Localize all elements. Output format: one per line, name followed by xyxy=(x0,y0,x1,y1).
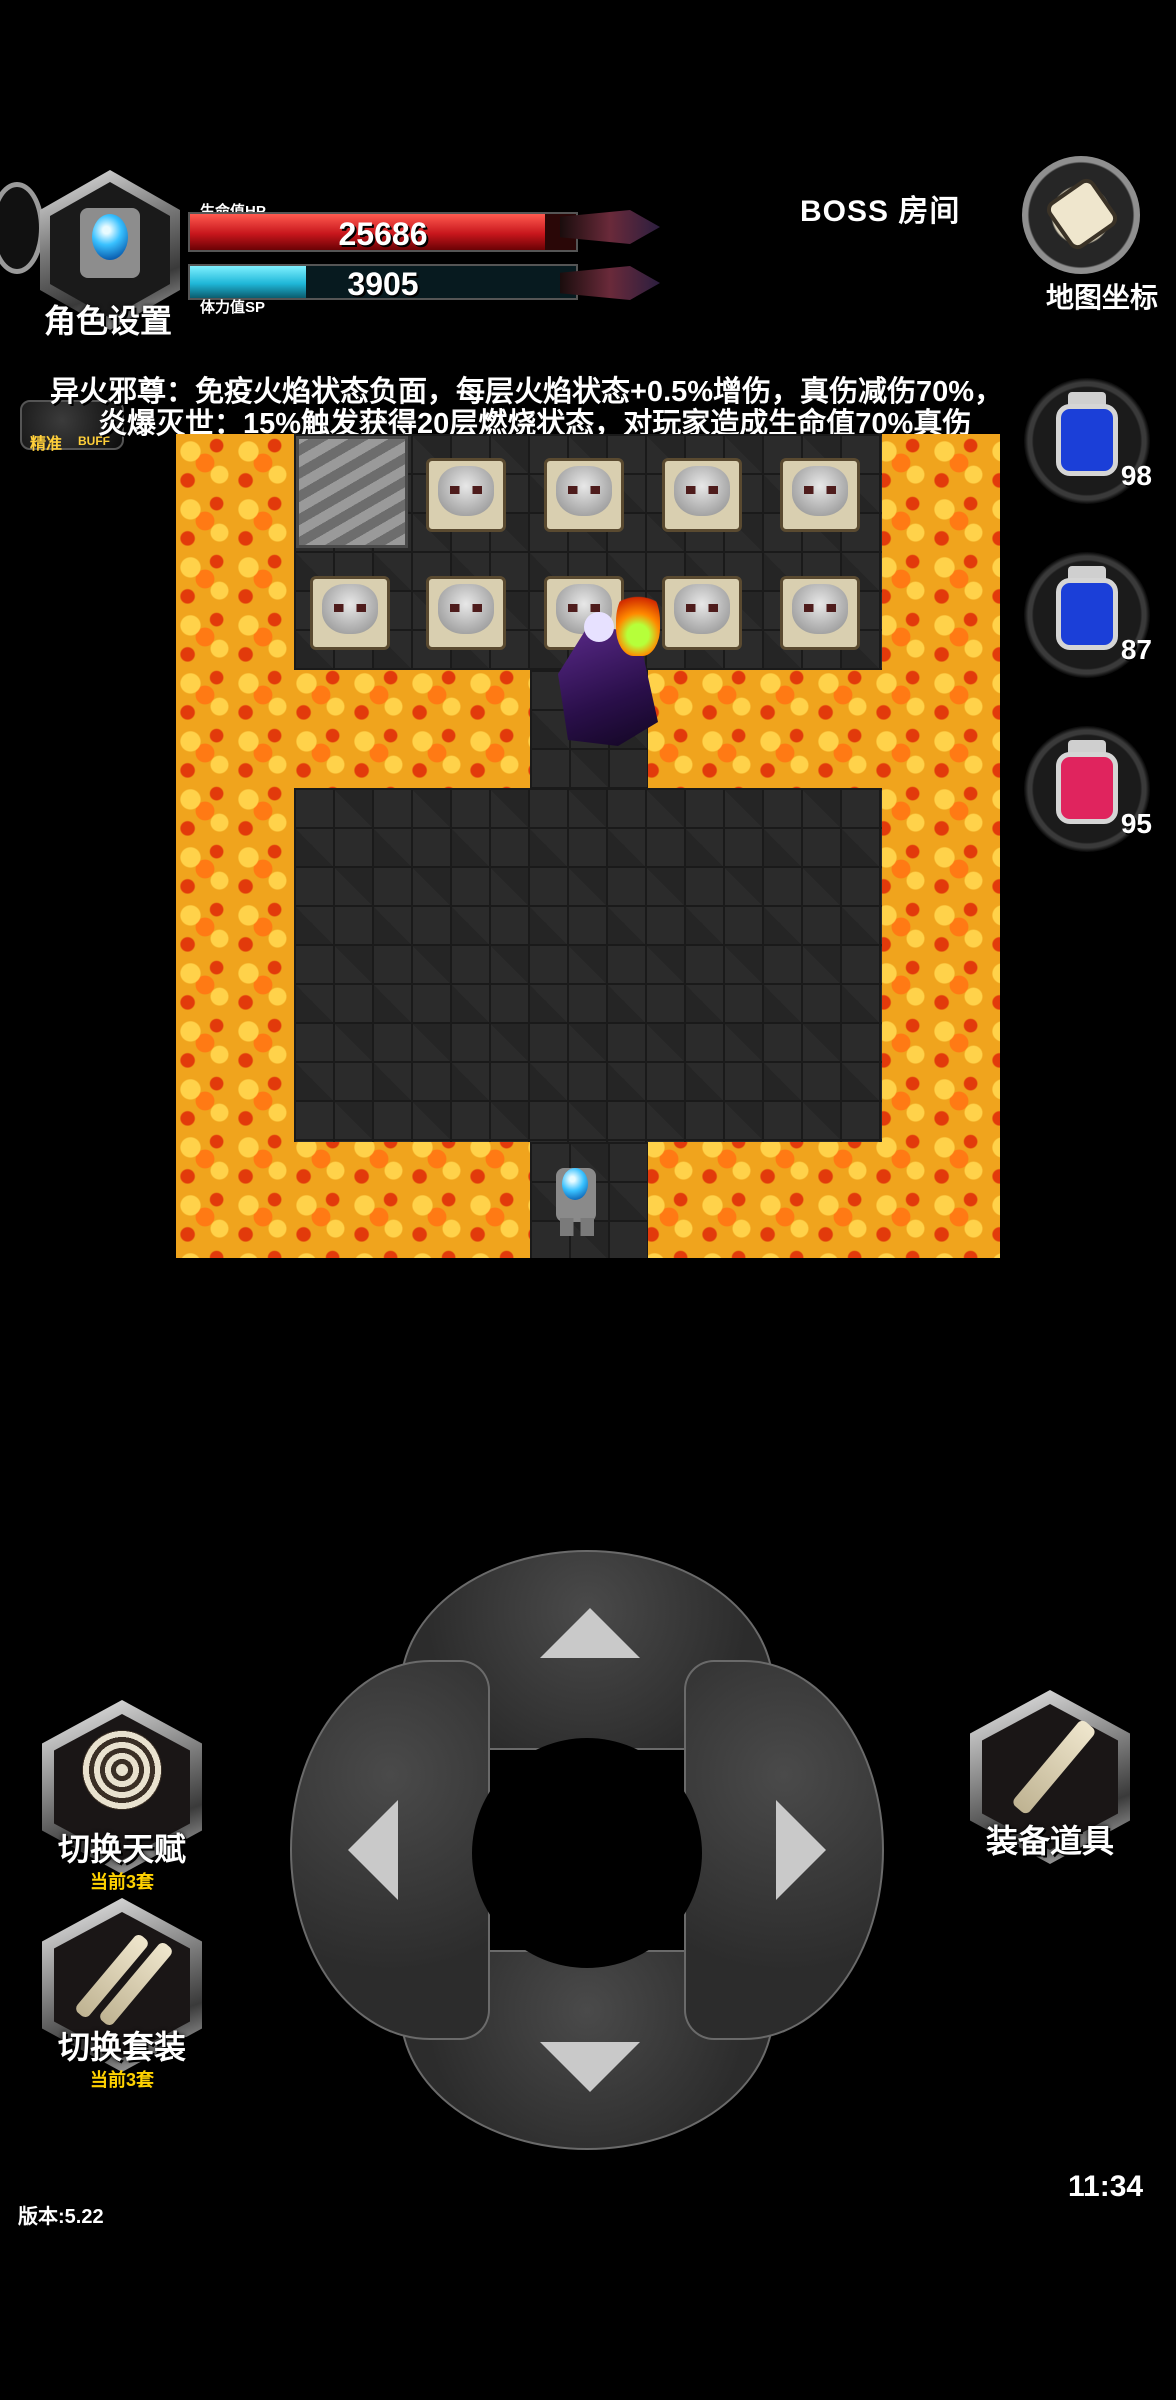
pink-potion-slot[interactable]: 95 xyxy=(1008,716,1158,866)
dpad-center xyxy=(472,1738,702,1968)
arrow-up-icon xyxy=(540,1608,640,1658)
buff-label: 精准 xyxy=(30,436,63,453)
version-label: 版本:5.22 xyxy=(18,2206,104,2228)
monster-tile[interactable] xyxy=(412,560,518,666)
arrow-left-icon xyxy=(348,1800,398,1900)
boss-head xyxy=(584,612,614,642)
sp-value: 3905 xyxy=(347,266,419,302)
switch-outfit-button[interactable]: 切换套装 当前3套 xyxy=(32,1898,212,2098)
equipment-items-button[interactable]: 装备道具 xyxy=(960,1690,1140,1890)
monster-tile[interactable] xyxy=(296,560,402,666)
dungeon-board xyxy=(176,434,1000,1258)
monster-tile[interactable] xyxy=(412,442,518,548)
monster-tile[interactable] xyxy=(766,560,872,666)
blue-potion-slot[interactable]: 98 xyxy=(1008,368,1158,518)
eyes xyxy=(568,486,600,494)
character-settings-button[interactable]: 角色设置 xyxy=(28,170,188,350)
talent-set-label: 当前3套 xyxy=(89,1872,154,1892)
character-settings-label: 角色设置 xyxy=(43,303,172,339)
monster-tile[interactable] xyxy=(766,442,872,548)
eyes xyxy=(686,604,718,612)
monster-tile[interactable] xyxy=(530,442,636,548)
blue-potion-icon xyxy=(1056,404,1118,476)
eyes xyxy=(804,604,836,612)
equipment-label: 装备道具 xyxy=(985,1823,1114,1859)
switch-talent-button[interactable]: 切换天赋 当前3套 xyxy=(32,1700,212,1900)
potion-count: 95 xyxy=(1120,808,1152,839)
eyes xyxy=(686,486,718,494)
potion-count: 98 xyxy=(1120,460,1152,491)
knight-legs xyxy=(560,1218,594,1236)
eyes xyxy=(334,604,366,612)
pink-potion-icon xyxy=(1056,752,1118,824)
eyes xyxy=(804,486,836,494)
map-coordinates-button[interactable]: 地图坐标 xyxy=(1018,150,1176,320)
sp-bar: 3905 xyxy=(188,264,578,302)
sp-label: 体力值SP xyxy=(200,299,266,316)
blue-gem-icon xyxy=(562,1168,588,1200)
player-knight xyxy=(532,1138,618,1238)
hp-value: 25686 xyxy=(338,216,428,252)
eyes xyxy=(450,604,482,612)
monster-tile[interactable] xyxy=(648,442,754,548)
floor-main xyxy=(294,788,882,1142)
potion-count: 87 xyxy=(1120,634,1152,665)
arrow-right-icon xyxy=(776,1800,826,1900)
flame-icon xyxy=(616,586,660,656)
direction-pad xyxy=(290,1550,884,2150)
blue-gem-icon xyxy=(92,214,128,260)
blue-potion-slot[interactable]: 87 xyxy=(1008,542,1158,692)
outfit-set-label: 当前3套 xyxy=(89,2070,154,2090)
hp-bar: 25686 xyxy=(188,212,578,252)
switch-talent-label: 切换天赋 xyxy=(57,1831,186,1867)
clock-time: 11:34 xyxy=(1068,2170,1144,2203)
room-title: BOSS 房间 xyxy=(800,195,961,228)
switch-outfit-label: 切换套装 xyxy=(57,2029,186,2065)
fire-boss[interactable] xyxy=(546,586,666,756)
map-coordinates-label: 地图坐标 xyxy=(1046,282,1159,313)
eyes xyxy=(450,486,482,494)
blue-potion-icon xyxy=(1056,578,1118,650)
arrow-down-icon xyxy=(540,2042,640,2092)
stairs-icon[interactable] xyxy=(296,436,408,548)
swirl-icon xyxy=(82,1730,162,1810)
